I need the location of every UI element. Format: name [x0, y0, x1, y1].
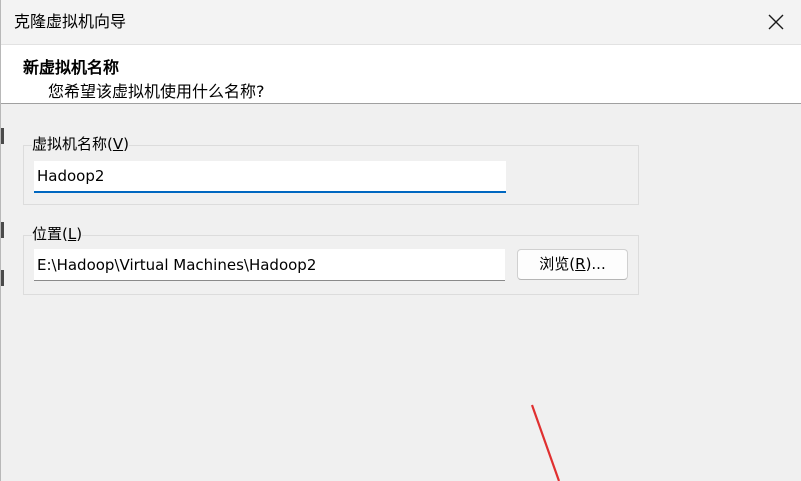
background-window-edge — [1, 128, 4, 144]
clone-vm-wizard-window: 克隆虚拟机向导 新虚拟机名称 您希望该虚拟机使用什么名称? 虚拟机名称(V) 位… — [0, 0, 801, 481]
vm-name-input[interactable] — [34, 161, 506, 193]
wizard-header: 新虚拟机名称 您希望该虚拟机使用什么名称? — [1, 45, 801, 104]
location-input[interactable] — [34, 249, 505, 281]
page-subtitle: 您希望该虚拟机使用什么名称? — [48, 82, 265, 101]
vm-name-label: 虚拟机名称(V) — [32, 134, 129, 154]
page-title: 新虚拟机名称 — [23, 58, 120, 77]
browse-button[interactable]: 浏览(R)... — [517, 249, 628, 280]
background-window-edge — [1, 222, 4, 238]
location-label: 位置(L) — [32, 224, 83, 244]
title-bar: 克隆虚拟机向导 — [1, 0, 801, 45]
close-icon — [768, 14, 784, 30]
close-button[interactable] — [753, 4, 799, 40]
annotation-arrow — [530, 404, 561, 481]
background-window-edge — [1, 270, 4, 286]
window-title: 克隆虚拟机向导 — [14, 12, 127, 31]
